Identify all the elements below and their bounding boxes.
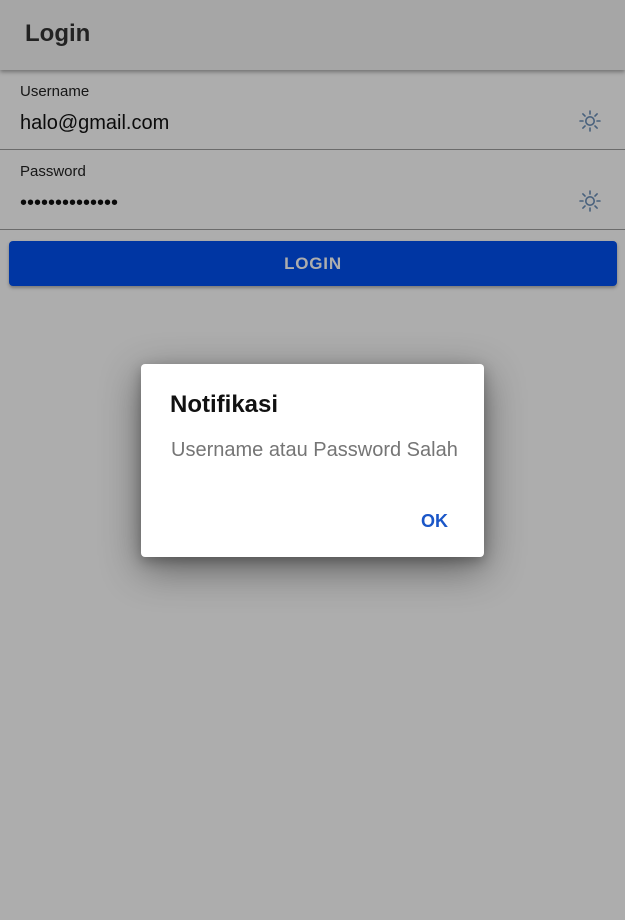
dialog-message: Username atau Password Salah — [171, 439, 458, 461]
notification-dialog: Notifikasi Username atau Password Salah … — [141, 364, 484, 557]
ok-button[interactable]: OK — [421, 511, 448, 532]
dialog-title: Notifikasi — [170, 391, 279, 418]
